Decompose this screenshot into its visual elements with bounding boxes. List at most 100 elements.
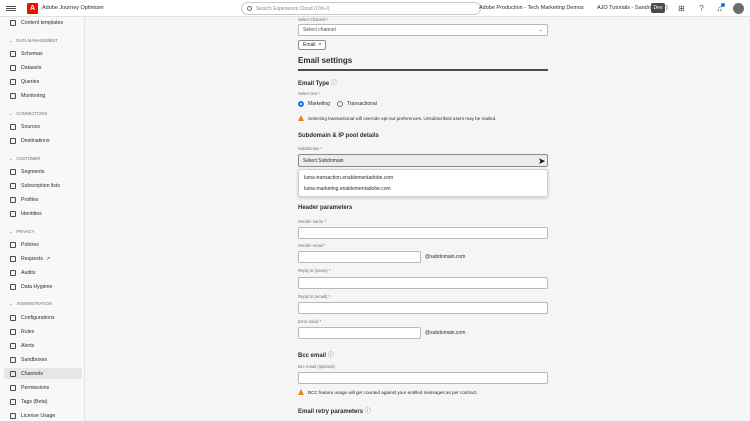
warning-icon <box>298 389 304 395</box>
error-email-field[interactable] <box>298 327 421 339</box>
bcc-email-field[interactable] <box>298 372 548 384</box>
query-icon <box>10 78 16 85</box>
section-administration[interactable]: ⌄ ADMINISTRATION <box>9 301 52 306</box>
monitoring-icon <box>10 92 16 99</box>
error-email-suffix: @subdomain.com <box>425 330 466 336</box>
error-email-label: Error email * <box>298 319 322 324</box>
header-params-title: Header parameters <box>298 205 353 211</box>
sidebar: Content templates ⌄ DATA MANAGEMENT Schem… <box>0 17 85 421</box>
app-title[interactable]: Adobe Journey Optimizer <box>42 5 104 11</box>
sidebar-item-segments[interactable]: Segments <box>10 166 82 177</box>
menu-icon[interactable] <box>6 5 16 11</box>
radio-unselected-icon <box>337 101 343 107</box>
sender-name-label: Sender name * <box>298 219 326 224</box>
subdomain-options-popover: luma-transaction.enablementadobe.com lum… <box>298 169 548 197</box>
chevron-down-icon: ⌄ <box>9 229 13 234</box>
radio-selected-icon <box>298 101 304 107</box>
org-switcher[interactable]: Adobe Production - Tech Marketing Demos <box>479 5 584 11</box>
policies-icon <box>10 241 16 248</box>
reply-name-field[interactable] <box>298 277 548 289</box>
sender-name-field[interactable] <box>298 227 548 239</box>
info-icon: ⓘ <box>364 409 371 415</box>
rules-icon <box>10 328 16 335</box>
sidebar-item-profiles[interactable]: Profiles <box>10 194 82 205</box>
email-type-title: Email Type ⓘ <box>298 81 337 87</box>
channel-tag[interactable]: Email × <box>298 40 327 50</box>
data-hygiene-icon <box>10 283 16 290</box>
sidebar-item-monitoring[interactable]: Monitoring <box>10 90 82 101</box>
sender-email-suffix: @subdomain.com <box>425 254 466 260</box>
schema-icon <box>10 50 16 57</box>
sidebar-item-requests[interactable]: Requests ↗ <box>10 253 82 264</box>
sidebar-item-data-hygiene[interactable]: Data Hygiene <box>10 281 82 292</box>
sidebar-item-policies[interactable]: Policies <box>10 239 82 250</box>
sidebar-item-content-templates[interactable]: Content templates <box>10 17 82 28</box>
sidebar-item-destinations[interactable]: Destinations <box>10 135 82 146</box>
sidebar-item-audits[interactable]: Audits <box>10 267 82 278</box>
sidebar-item-schemas[interactable]: Schemas <box>10 48 82 59</box>
sidebar-item-alerts[interactable]: Alerts <box>10 340 82 351</box>
sidebar-item-permissions[interactable]: Permissions <box>10 382 82 393</box>
select-one-label: Select one * <box>298 91 321 96</box>
bcc-title: Bcc email ⓘ <box>298 353 334 359</box>
subdomain-title: Subdomain & IP pool details <box>298 133 379 139</box>
sidebar-item-tags[interactable]: Tags (Beta) <box>10 396 82 407</box>
search-input[interactable]: Search Experience Cloud (Ctrl+/) <box>241 2 481 15</box>
section-connections[interactable]: ⌄ CONNECTIONS <box>9 111 47 116</box>
info-icon: ⓘ <box>330 81 337 87</box>
close-icon[interactable]: × <box>319 42 322 48</box>
section-privacy[interactable]: ⌄ PRIVACY <box>9 229 34 234</box>
sidebar-item-channels[interactable]: Channels <box>4 368 82 379</box>
dataset-icon <box>10 64 16 71</box>
segments-icon <box>10 168 16 175</box>
reply-name-label: Reply to (name) * <box>298 268 331 273</box>
chevron-down-icon: ⌄ <box>9 156 13 161</box>
tags-icon <box>10 398 16 405</box>
help-icon[interactable]: ? <box>697 4 706 13</box>
sidebar-item-license-usage[interactable]: License Usage <box>10 410 82 421</box>
sidebar-item-identities[interactable]: Identities <box>10 208 82 219</box>
template-icon <box>10 19 16 26</box>
chevron-down-icon: ⌄ <box>9 111 13 116</box>
sidebar-item-configurations[interactable]: Configurations <box>10 312 82 323</box>
bcc-warning: BCC feature usage will get counted again… <box>298 389 478 395</box>
permissions-icon <box>10 384 16 391</box>
avatar[interactable] <box>733 3 744 14</box>
sidebar-item-subscription-lists[interactable]: Subscription lists <box>10 180 82 191</box>
reply-email-field[interactable] <box>298 302 548 314</box>
sources-icon <box>10 123 16 130</box>
sidebar-item-queries[interactable]: Queries <box>10 76 82 87</box>
search-icon <box>247 6 252 11</box>
requests-icon <box>10 255 16 262</box>
section-customer[interactable]: ⌄ CUSTOMER <box>9 156 40 161</box>
subdomain-option[interactable]: luma-marketing.enablementadobe.com <box>304 186 391 192</box>
sender-email-label: Sender email * <box>298 243 326 248</box>
subdomain-option[interactable]: luma-transaction.enablementadobe.com <box>304 175 393 181</box>
configurations-icon <box>10 314 16 321</box>
radio-marketing[interactable]: Marketing <box>298 101 330 107</box>
sender-email-field[interactable] <box>298 251 421 263</box>
select-channel-dropdown[interactable]: Select channel ⌄ <box>298 24 548 36</box>
chevron-down-icon: ⌄ <box>9 301 13 306</box>
profile-icon <box>10 196 16 203</box>
subscription-icon <box>10 182 16 189</box>
radio-transactional[interactable]: Transactional <box>337 101 377 107</box>
apps-grid-icon[interactable]: ⊞ <box>677 4 686 13</box>
subdomain-dropdown[interactable]: Select Subdomain ⌄ <box>298 154 548 167</box>
external-link-icon: ↗ <box>45 255 51 262</box>
section-divider <box>298 69 548 71</box>
section-data-management[interactable]: ⌄ DATA MANAGEMENT <box>9 38 58 43</box>
sidebar-item-datasets[interactable]: Datasets <box>10 62 82 73</box>
email-settings-title: Email settings <box>298 56 353 65</box>
sidebar-item-sources[interactable]: Sources <box>10 121 82 132</box>
mouse-cursor-icon: ➤ <box>538 156 546 166</box>
alerts-icon <box>10 342 16 349</box>
sidebar-item-rules[interactable]: Rules <box>10 326 82 337</box>
notification-badge <box>721 3 725 7</box>
sidebar-item-sandboxes[interactable]: Sandboxes <box>10 354 82 365</box>
adobe-logo: A <box>27 2 38 14</box>
info-icon: ⓘ <box>327 353 334 359</box>
license-icon <box>10 412 16 419</box>
chevron-down-icon: ⌄ <box>538 27 543 33</box>
transactional-warning: Selecting transactional will override op… <box>298 115 496 121</box>
